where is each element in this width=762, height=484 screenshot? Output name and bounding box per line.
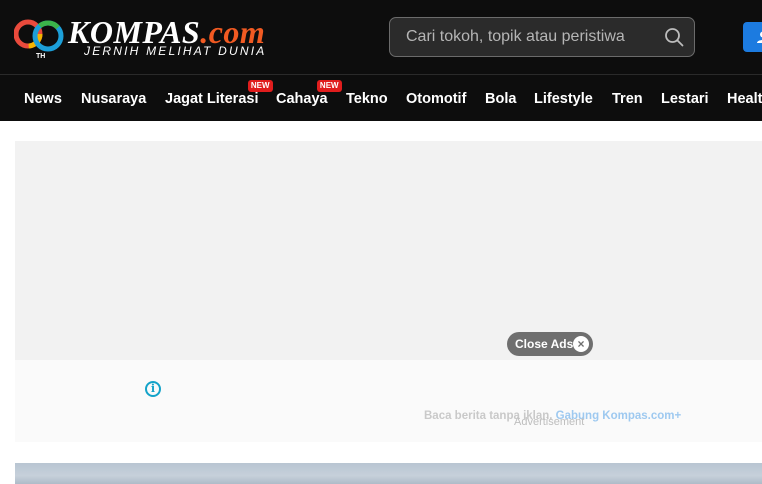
user-icon [757, 31, 762, 43]
nav-item-jagat-literasi[interactable]: Jagat Literasi NEW [165, 80, 273, 107]
nav-item-label: Cahaya [276, 91, 328, 107]
search-icon[interactable] [664, 27, 684, 47]
nav-item-health[interactable]: Health [727, 91, 762, 107]
nav-item-nusaraya[interactable]: Nusaraya [81, 91, 146, 107]
close-icon: × [573, 336, 589, 352]
close-ads-label: Close Ads [515, 337, 574, 351]
nav-item-lestari[interactable]: Lestari [661, 91, 709, 107]
nav-item-bola[interactable]: Bola [485, 91, 516, 107]
search-box[interactable] [389, 17, 695, 57]
anniversary-30-icon: TH [14, 19, 64, 60]
site-header: TH KOMPAS.com JERNIH MELIHAT DUNIA News … [0, 0, 762, 121]
svg-text:TH: TH [36, 53, 45, 60]
nav-item-tekno[interactable]: Tekno [346, 91, 388, 107]
new-badge: NEW [316, 80, 342, 92]
nav-item-otomotif[interactable]: Otomotif [406, 91, 466, 107]
nav-item-news[interactable]: News [24, 91, 62, 107]
ad-banner [15, 141, 762, 360]
close-ads-button[interactable]: Close Ads × [507, 332, 593, 356]
nav-item-tren[interactable]: Tren [612, 91, 643, 107]
nav-item-label: Jagat Literasi [165, 91, 259, 107]
kompas-logo[interactable]: TH KOMPAS.com JERNIH MELIHAT DUNIA [14, 14, 274, 62]
article-image[interactable] [15, 463, 762, 484]
ad-footer [15, 360, 762, 442]
main-nav: News Nusaraya Jagat Literasi NEW Cahaya … [0, 75, 762, 121]
login-button[interactable] [743, 22, 762, 52]
nav-item-cahaya[interactable]: Cahaya NEW [276, 80, 342, 107]
new-badge: NEW [247, 80, 273, 92]
logo-tagline: JERNIH MELIHAT DUNIA [84, 44, 267, 58]
nav-item-lifestyle[interactable]: Lifestyle [534, 91, 593, 107]
advertisement-label: Advertisement [514, 416, 585, 428]
search-input[interactable] [406, 18, 656, 56]
info-icon[interactable]: i [145, 381, 161, 397]
